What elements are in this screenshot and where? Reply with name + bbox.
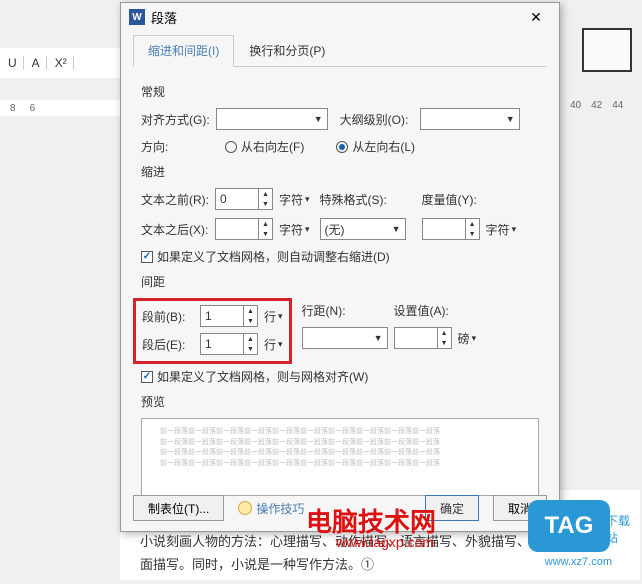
highlight-box: 段前(B): 1▲▼ 行▾ 段后(E): 1▲▼ 行▾	[133, 298, 292, 364]
align-label: 对齐方式(G):	[141, 111, 210, 128]
linespace-label: 行距(N):	[302, 302, 352, 319]
indent-after-spin[interactable]: ▲▼	[215, 218, 273, 240]
measure-label: 度量值(Y):	[422, 191, 482, 208]
paragraph-dialog: W 段落 ✕ 缩进和间距(I) 换行和分页(P) 常规 对齐方式(G): ▼ 大…	[120, 2, 560, 532]
tips-link[interactable]: 操作技巧	[238, 500, 304, 517]
app-icon: W	[129, 9, 145, 25]
dialog-title: 段落	[151, 8, 521, 27]
special-label: 特殊格式(S):	[320, 191, 390, 208]
chevron-down-icon: ▼	[314, 114, 323, 124]
space-before-spin[interactable]: 1▲▼	[200, 305, 258, 327]
tab-line-page[interactable]: 换行和分页(P)	[234, 35, 340, 66]
grid-align-check[interactable]: 如果定义了文档网格，则与网格对齐(W)	[141, 368, 368, 385]
setvalue-spin[interactable]: ▲▼	[394, 327, 452, 349]
underline-btn[interactable]: U	[8, 56, 24, 70]
direction-label: 方向:	[141, 138, 209, 155]
setvalue-label: 设置值(A):	[394, 302, 454, 319]
dialog-tabs: 缩进和间距(I) 换行和分页(P)	[133, 35, 547, 67]
auto-indent-check[interactable]: 如果定义了文档网格，则自动调整右缩进(D)	[141, 248, 390, 265]
outline-combo[interactable]: ▼	[420, 108, 520, 130]
chevron-down-icon: ▼	[374, 333, 383, 343]
preview-box: 前一段落前一段落前一段落前一段落前一段落前一段落前一段落前一段落前一段落前一段落…	[141, 418, 539, 496]
indent-before-spin[interactable]: 0▲▼	[215, 188, 273, 210]
section-spacing: 间距	[141, 273, 539, 290]
tag-badge: TAG	[528, 500, 610, 552]
indent-before-label: 文本之前(R):	[141, 191, 209, 208]
chevron-down-icon: ▼	[506, 114, 515, 124]
space-after-unit[interactable]: 行▾	[264, 336, 283, 353]
watermark-url: www.tagxp.com	[336, 534, 434, 550]
section-indent: 缩进	[141, 163, 539, 180]
measure-spin[interactable]: ▲▼	[422, 218, 480, 240]
align-combo[interactable]: ▼	[216, 108, 328, 130]
tag-under-url: www.xz7.com	[545, 556, 612, 568]
close-icon[interactable]: ✕	[521, 3, 551, 31]
radio-ltr[interactable]: 从左向右(L)	[336, 138, 415, 155]
section-general: 常规	[141, 83, 539, 100]
radio-rtl[interactable]: 从右向左(F)	[225, 138, 304, 155]
indent-after-unit[interactable]: 字符▾	[279, 221, 310, 238]
tag-side-text: 下载站	[606, 512, 640, 546]
tabstop-button[interactable]: 制表位(T)...	[133, 495, 224, 521]
indent-after-label: 文本之后(X):	[141, 221, 209, 238]
outline-label: 大纲级别(O):	[340, 111, 414, 128]
setvalue-unit[interactable]: 磅▾	[458, 330, 477, 347]
section-preview: 预览	[141, 393, 539, 410]
special-combo[interactable]: (无)▼	[320, 218, 406, 240]
linespace-combo[interactable]: ▼	[302, 327, 388, 349]
bulb-icon	[238, 501, 252, 515]
space-after-label: 段后(E):	[142, 336, 194, 353]
ruler-right: 404244	[570, 100, 623, 116]
font-btn[interactable]: A	[32, 56, 47, 70]
indent-before-unit[interactable]: 字符▾	[279, 191, 310, 208]
dialog-titlebar: W 段落 ✕	[121, 3, 559, 31]
tab-indent-spacing[interactable]: 缩进和间距(I)	[133, 35, 234, 67]
chevron-down-icon: ▼	[392, 224, 401, 234]
space-before-unit[interactable]: 行▾	[264, 308, 283, 325]
space-after-spin[interactable]: 1▲▼	[200, 333, 258, 355]
bg-format-toolbar: U A X²	[0, 48, 120, 78]
ruler-left: 86	[0, 100, 120, 116]
space-before-label: 段前(B):	[142, 308, 194, 325]
measure-unit[interactable]: 字符▾	[486, 221, 517, 238]
bg-ribbon-button[interactable]	[582, 28, 632, 72]
superscript-btn[interactable]: X²	[55, 56, 74, 70]
